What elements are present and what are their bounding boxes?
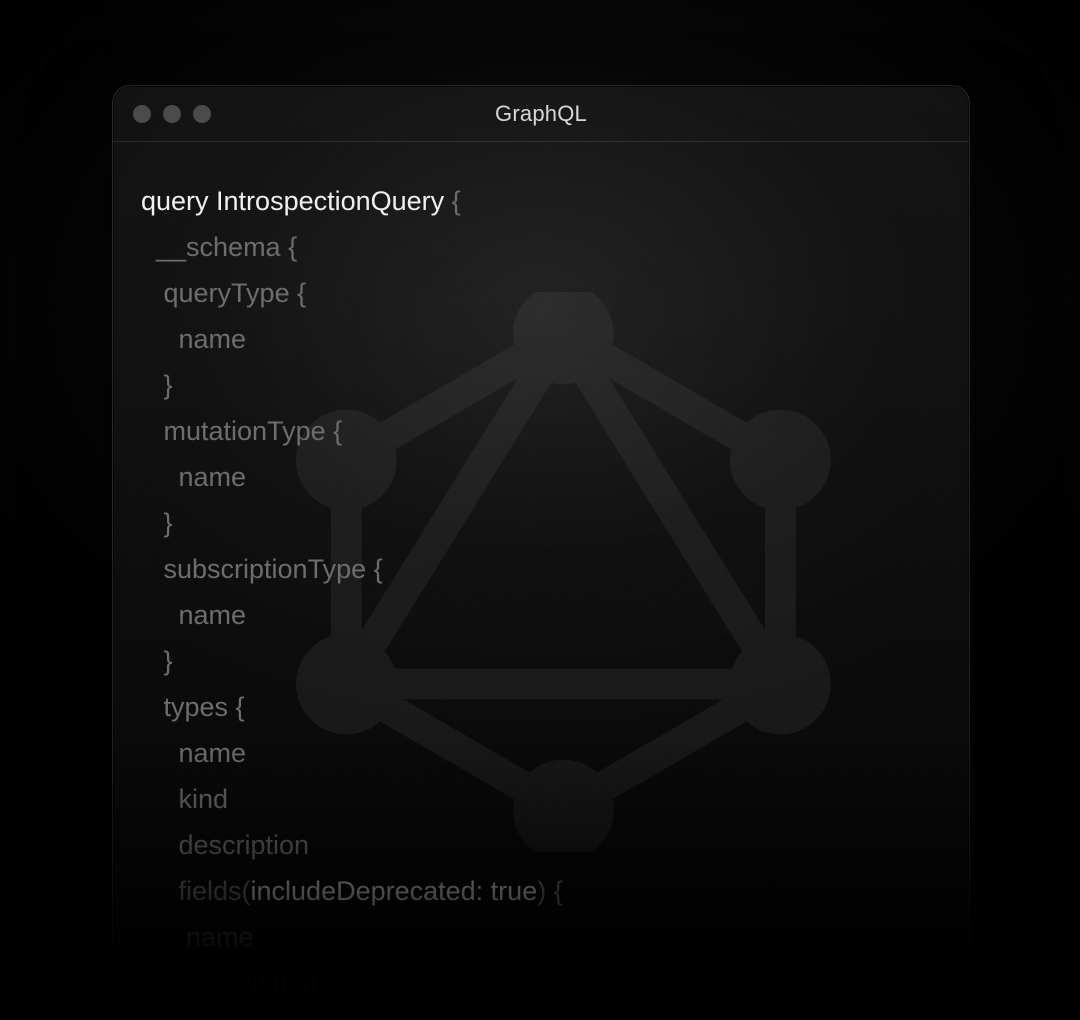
- app-frame: GraphQL: [0, 0, 1080, 1020]
- code-line: name: [141, 738, 246, 768]
- code-line: description: [141, 968, 317, 998]
- window-controls: [133, 105, 211, 123]
- code-line: }: [141, 508, 173, 538]
- minimize-icon[interactable]: [163, 105, 181, 123]
- code-line: name: [141, 462, 246, 492]
- code-line: name: [141, 600, 246, 630]
- code-line: __schema {: [141, 232, 297, 262]
- code-line: subscriptionType {: [141, 554, 383, 584]
- code-line: }: [141, 646, 173, 676]
- maximize-icon[interactable]: [193, 105, 211, 123]
- code-line: description: [141, 830, 309, 860]
- close-icon[interactable]: [133, 105, 151, 123]
- code-line: includeDeprecated: true: [251, 876, 538, 906]
- window-titlebar: GraphQL: [113, 86, 969, 142]
- code-line: }: [141, 370, 173, 400]
- code-block: query IntrospectionQuery { __schema { qu…: [141, 178, 941, 1005]
- code-line: ) {: [537, 876, 563, 906]
- code-line: kind: [141, 784, 228, 814]
- code-editor[interactable]: query IntrospectionQuery { __schema { qu…: [113, 142, 969, 1004]
- window-title: GraphQL: [113, 101, 969, 127]
- code-line: {: [444, 186, 461, 216]
- code-line: name: [141, 324, 246, 354]
- code-line: query IntrospectionQuery: [141, 186, 444, 216]
- code-line: queryType {: [141, 278, 306, 308]
- code-line: name: [141, 922, 254, 952]
- code-line: mutationType {: [141, 416, 342, 446]
- code-line: types {: [141, 692, 245, 722]
- code-line: fields(: [141, 876, 251, 906]
- code-window: GraphQL: [112, 85, 970, 1005]
